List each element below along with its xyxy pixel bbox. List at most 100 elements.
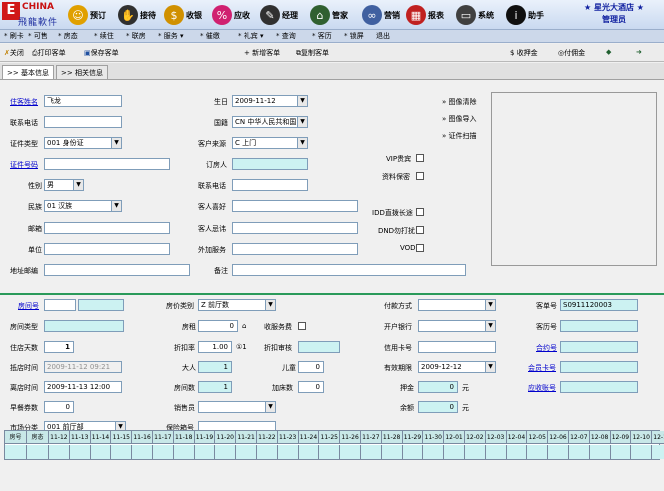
grid-header-cell[interactable]: 12-09	[611, 431, 632, 444]
grid-header-cell[interactable]: 11-13	[70, 431, 91, 444]
menu-item-11[interactable]: 退出	[376, 31, 390, 41]
leave-time-field[interactable]: 2009-11-13 12:00	[44, 381, 122, 393]
company-field[interactable]	[44, 243, 170, 255]
menu-item-6[interactable]: * 催缴	[200, 31, 220, 41]
pay-method-select[interactable]: ▼	[418, 299, 496, 311]
grid-cell[interactable]	[590, 445, 611, 459]
booker-field[interactable]	[232, 158, 308, 170]
grid-header-cell[interactable]: 房号	[5, 431, 27, 444]
grid-cell[interactable]	[444, 445, 465, 459]
service-fee-checkbox[interactable]	[298, 322, 306, 330]
toolbar-btn-4[interactable]: ✎ 经理	[260, 4, 298, 26]
grid-header-cell[interactable]: 12-11	[652, 431, 664, 444]
card-field[interactable]	[418, 341, 496, 353]
toolbar-btn-2[interactable]: $ 收银	[164, 4, 202, 26]
toolbar-btn-3[interactable]: % 应收	[212, 4, 250, 26]
sales-select[interactable]: ▼	[198, 401, 276, 413]
receive-deposit-button[interactable]: $ 收押金	[510, 48, 538, 58]
guest-name-label[interactable]: 住客姓名	[10, 97, 38, 107]
room-number-extra-field[interactable]	[78, 299, 124, 311]
vip-checkbox[interactable]	[416, 154, 424, 162]
grid-header-cell[interactable]: 11-25	[319, 431, 341, 444]
grid-header-cell[interactable]: 12-06	[548, 431, 569, 444]
grid-cell[interactable]	[195, 445, 216, 459]
toolbar-btn-7[interactable]: ▦ 报表	[406, 4, 444, 26]
tab-related-info[interactable]: >> 相关信息	[56, 65, 108, 79]
ar-account-field[interactable]	[560, 381, 638, 393]
room-number-field[interactable]	[44, 299, 76, 311]
save-button[interactable]: ▣保存客单	[84, 48, 119, 58]
taboo-field[interactable]	[232, 222, 358, 234]
extra-service-field[interactable]	[232, 243, 358, 255]
menu-item-7[interactable]: * 礼宾 ▾	[238, 31, 263, 41]
grid-header-cell[interactable]: 11-29	[403, 431, 424, 444]
grid-header-cell[interactable]: 12-08	[590, 431, 611, 444]
toolbar-btn-6[interactable]: ∞ 营销	[362, 4, 400, 26]
discount-audit-field[interactable]	[298, 341, 340, 353]
grid-cell[interactable]	[548, 445, 569, 459]
grid-header-cell[interactable]: 12-01	[444, 431, 465, 444]
note-field[interactable]	[232, 264, 466, 276]
grid-header-cell[interactable]: 12-07	[569, 431, 590, 444]
grid-header-cell[interactable]: 12-04	[507, 431, 528, 444]
menu-item-3[interactable]: * 续住	[94, 31, 114, 41]
new-guest-button[interactable]: + 新增客单	[244, 48, 280, 58]
toolbar-btn-5[interactable]: ⌂ 管家	[310, 4, 348, 26]
print-button[interactable]: ⎙打印客单	[32, 48, 66, 58]
address-field[interactable]	[44, 264, 190, 276]
copy-button[interactable]: ⧉复制客单	[296, 48, 329, 58]
nation-select[interactable]: CN 中华人民共和国 ▼	[232, 116, 308, 128]
grid-cell[interactable]	[27, 445, 49, 459]
grid-cell[interactable]	[611, 445, 632, 459]
grid-cell[interactable]	[299, 445, 320, 459]
next-arrow-icon[interactable]: ➜	[636, 48, 642, 56]
breakfast-field[interactable]: 0	[44, 401, 74, 413]
grid-header-cell[interactable]: 11-30	[423, 431, 445, 444]
child-field[interactable]: 0	[298, 361, 324, 373]
grid-header-cell[interactable]: 11-23	[278, 431, 299, 444]
rent-lock-icon[interactable]: ⌂	[242, 322, 246, 330]
member-card-label[interactable]: 会员卡号	[528, 363, 556, 373]
toolbar-btn-1[interactable]: ✋ 接待	[118, 4, 156, 26]
grid-header-cell[interactable]: 房态	[27, 431, 49, 444]
price-category-select[interactable]: Z 前厅数 ▼	[198, 299, 276, 311]
grid-cell[interactable]	[361, 445, 382, 459]
grid-cell[interactable]	[340, 445, 361, 459]
grid-cell[interactable]	[569, 445, 590, 459]
toolbar-btn-0[interactable]: ☺ 预订	[68, 4, 106, 26]
grid-header-cell[interactable]: 11-15	[111, 431, 133, 444]
grid-cell[interactable]	[507, 445, 528, 459]
grid-data-row[interactable]	[5, 445, 664, 459]
bank-select[interactable]: ▼	[418, 320, 496, 332]
grid-header-cell[interactable]: 12-03	[486, 431, 507, 444]
menu-item-4[interactable]: * 联房	[126, 31, 146, 41]
pay-commission-button[interactable]: ◎付佣金	[558, 48, 585, 58]
id-number-field[interactable]	[44, 158, 170, 170]
menu-item-2[interactable]: * 房态	[58, 31, 78, 41]
grid-cell[interactable]	[70, 445, 91, 459]
grid-cell[interactable]	[215, 445, 237, 459]
grid-cell[interactable]	[465, 445, 486, 459]
ar-account-label[interactable]: 应收账号	[528, 383, 556, 393]
guest-name-field[interactable]: 飞龙	[44, 95, 122, 107]
grid-header-cell[interactable]: 11-28	[382, 431, 403, 444]
hobby-field[interactable]	[232, 200, 358, 212]
grid-cell[interactable]	[91, 445, 112, 459]
grid-cell[interactable]	[527, 445, 549, 459]
grid-header-cell[interactable]: 11-20	[215, 431, 237, 444]
rent-field[interactable]: 0	[198, 320, 238, 332]
grid-cell[interactable]	[631, 445, 653, 459]
id-type-select[interactable]: 001 身份证 ▼	[44, 137, 122, 149]
grid-cell[interactable]	[257, 445, 278, 459]
tab-basic-info[interactable]: >> 基本信息	[2, 65, 54, 79]
close-button[interactable]: ✗关闭	[4, 48, 24, 58]
id-number-label[interactable]: 证件号码	[10, 160, 38, 170]
prev-arrow-icon[interactable]: ◆	[606, 48, 611, 56]
grid-cell[interactable]	[278, 445, 299, 459]
birthday-picker[interactable]: 2009-11-12 ▼	[232, 95, 308, 107]
grid-header-cell[interactable]: 11-22	[257, 431, 278, 444]
contract-label[interactable]: 合约号	[536, 343, 557, 353]
grid-header-cell[interactable]: 11-14	[91, 431, 112, 444]
email-field[interactable]	[44, 222, 170, 234]
grid-cell[interactable]	[382, 445, 403, 459]
